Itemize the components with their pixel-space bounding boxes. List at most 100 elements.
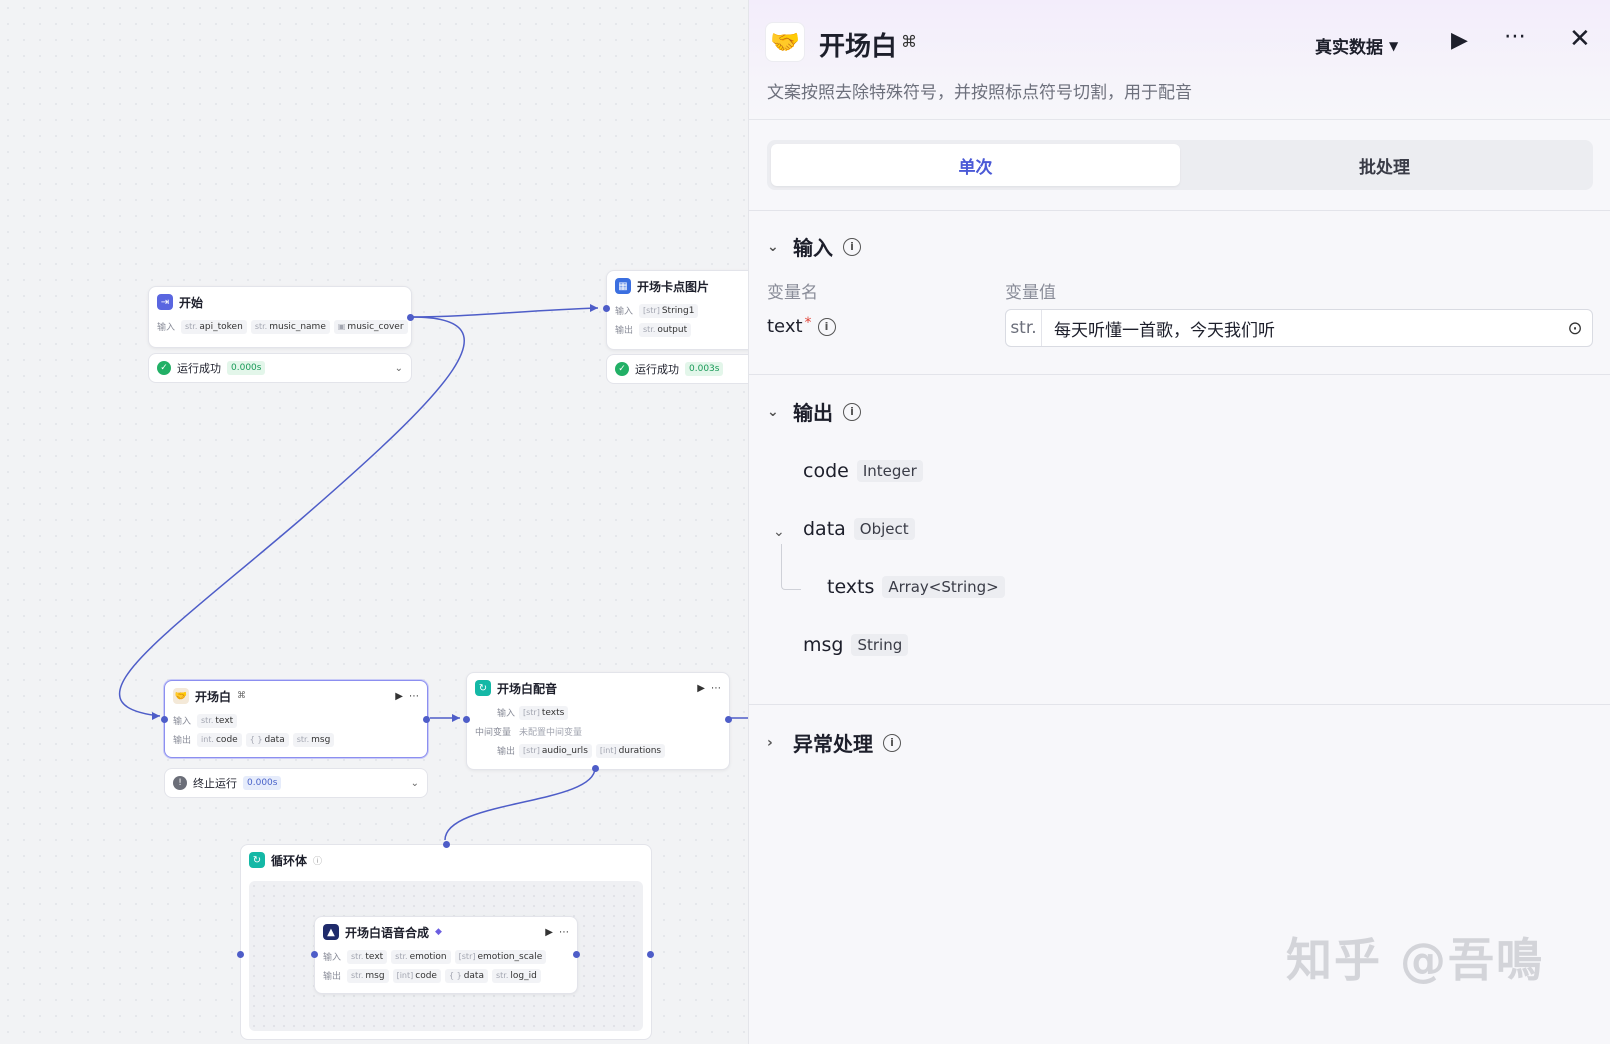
mid-value: 未配置中间变量 [519,728,583,738]
alert-icon: ! [173,776,187,790]
opening-status[interactable]: ! 终止运行 0.000s ⌄ [164,768,428,798]
node-tts[interactable]: ▲ 开场白语音合成 ◆ ▶ ⋯ 输入 str. text str. emotion … [311,916,580,994]
row-label-output: 输出 [323,972,342,982]
more-icon[interactable]: ⋯ [409,691,419,702]
play-icon[interactable]: ▶ [545,927,553,938]
more-icon[interactable]: ⋯ [1504,24,1527,49]
input-port[interactable] [463,716,470,723]
row-label-mid: 中间变量 [475,728,512,738]
caret-down-icon: ▼ [1389,38,1399,53]
time-badge: 0.000s [243,776,282,790]
error-section-header[interactable]: › 异常处理 i [767,728,901,757]
chevron-down-icon[interactable]: ⌄ [411,778,419,789]
field-name: code [803,460,849,482]
edge-dub-to-loop [444,767,596,841]
output-port[interactable] [725,716,732,723]
divider [749,374,1610,375]
row-label-input: 输入 [615,307,634,317]
var-value[interactable]: 每天听懂一首歌，今天我们听 [1042,316,1558,341]
loop-top-port[interactable] [443,841,450,848]
var-name-text: text [767,316,803,337]
param-tag: str. emotion [391,949,451,964]
field-name: msg [803,634,844,656]
node-opening[interactable]: 🤝 开场白 ⌘ ▶ ⋯ 输入 str. text 输出 int. code { } d… [161,680,430,758]
run-mode-tabs: 单次 批处理 [767,140,1593,190]
loop-right-port[interactable] [647,951,654,958]
info-icon[interactable]: i [843,402,861,421]
chevron-right-icon: › [767,734,773,751]
type-tag: Object [853,518,915,540]
row-label-input: 输入 [173,717,192,727]
chevron-down-icon[interactable]: ⌄ [773,524,785,540]
output-section-header[interactable]: ⌄ 输出 i [767,397,861,426]
status-text: 运行成功 [635,363,679,376]
close-icon[interactable]: ✕ [1569,24,1591,54]
status-text: 运行成功 [177,362,221,375]
arrow-card [590,304,598,312]
param-tag: str. text [347,949,388,964]
more-icon[interactable]: ⋯ [559,927,569,938]
node-card-image[interactable]: ▦ 开场卡点图片 输入 [str] String1 输出 str. output [603,270,748,350]
time-badge: 0.000s [227,361,266,375]
info-icon: ⓘ [313,856,323,867]
type-tag: Array<String> [882,576,1005,598]
workflow-canvas[interactable]: ⇥ 开始 输入 str. api_token str. music_name ▣ mu… [0,0,748,1044]
diamond-icon: ◆ [435,927,442,937]
param-tag: [str] texts [519,705,569,720]
param-tag: str. log_id [491,968,541,983]
output-field-msg: msg String [803,634,909,656]
settings-icon[interactable]: ⊙ [1558,318,1592,339]
play-icon[interactable]: ▶ [395,691,403,702]
section-title: 异常处理 [793,732,873,756]
param-tag: str. text [197,713,238,728]
row-label-output: 输出 [173,736,192,746]
edge-start-to-card [411,307,599,318]
divider [749,704,1610,705]
card-status[interactable]: ✓ 运行成功 0.003s [606,354,748,384]
node-title: 开场白语音合成 [345,925,430,940]
loop-left-port[interactable] [237,951,244,958]
code-icon[interactable]: ⌘ [901,32,917,51]
output-field-data: data Object [803,518,915,540]
tab-single[interactable]: 单次 [771,144,1180,186]
input-section-header[interactable]: ⌄ 输入 i [767,232,861,261]
code-icon: ⌘ [237,691,247,701]
node-detail-panel: 🤝 开场白 ⌘ 真实数据 ▼ ▶ ⋯ ✕ 文案按照去除特殊符号，并按照标点符号切… [748,0,1610,1044]
node-start[interactable]: ⇥ 开始 输入 str. api_token str. music_name ▣ mu… [148,286,414,348]
output-port[interactable] [407,314,414,321]
param-tag: [str] audio_urls [519,743,592,758]
row-label-input: 输入 [496,709,515,719]
var-name: text * i [767,315,836,337]
divider [749,210,1610,211]
row-label-output: 输出 [496,747,515,757]
param-tag: ▣ music_cover [333,319,408,334]
node-opening-dub[interactable]: ↻ 开场白配音 ▶ ⋯ 输入 [str] texts 中间变量 未配置中间变量 输… [463,672,732,772]
param-tag: { } data [245,732,289,747]
output-field-code: code Integer [803,460,923,482]
param-tag: str. msg [292,732,335,747]
param-tag: [str] String1 [639,303,699,318]
input-port[interactable] [603,305,610,312]
start-status[interactable]: ✓ 运行成功 0.000s ⌄ [148,353,412,383]
real-data-dropdown[interactable]: 真实数据 ▼ [1315,33,1398,58]
output-port[interactable] [423,716,430,723]
play-icon[interactable]: ▶ [697,683,705,694]
param-tag: int. code [197,732,242,747]
input-port[interactable] [161,716,168,723]
info-icon[interactable]: i [843,237,861,256]
var-value-input[interactable]: str. 每天听懂一首歌，今天我们听 ⊙ [1005,309,1593,347]
loop-port[interactable] [592,765,599,772]
tab-batch[interactable]: 批处理 [1180,144,1589,186]
node-title: 开场卡点图片 [637,279,710,294]
play-icon[interactable]: ▶ [1451,28,1468,53]
input-port[interactable] [311,951,318,958]
info-icon[interactable]: i [817,317,836,336]
loop-icon: ↻ [475,680,491,696]
output-port[interactable] [573,951,580,958]
more-icon[interactable]: ⋯ [711,683,721,694]
chevron-down-icon[interactable]: ⌄ [395,363,403,374]
type-tag: Integer [856,460,923,482]
row-label-output: 输出 [615,326,634,336]
handshake-icon: 🤝 [765,22,805,62]
info-icon[interactable]: i [883,733,901,752]
